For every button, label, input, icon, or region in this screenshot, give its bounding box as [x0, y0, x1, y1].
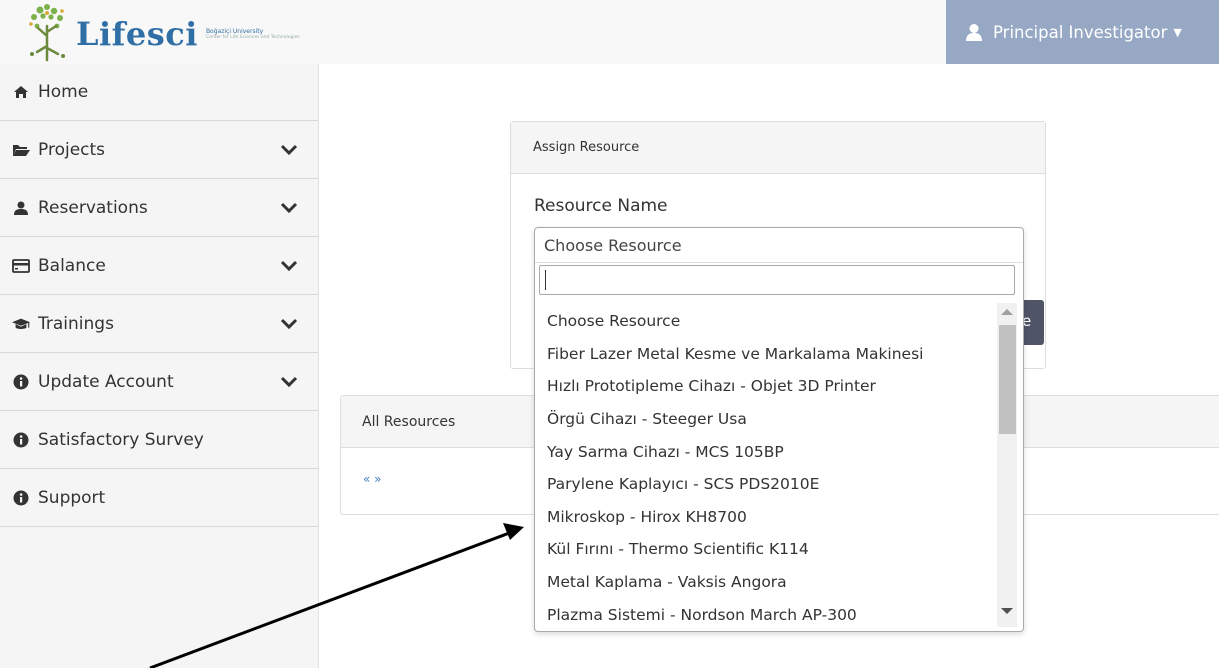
- graduation-cap-icon: [12, 316, 30, 332]
- user-icon: [966, 24, 982, 41]
- options-scrollbar[interactable]: [997, 303, 1017, 627]
- sidebar-item-label: Balance: [38, 256, 106, 276]
- sidebar-item-satisfactory-survey[interactable]: Satisfactory Survey: [0, 412, 318, 469]
- sidebar-item-label: Trainings: [38, 314, 114, 334]
- sidebar-item-label: Update Account: [38, 372, 174, 392]
- sidebar-item-reservations[interactable]: Reservations: [0, 180, 318, 237]
- chevron-down-icon: [280, 318, 298, 330]
- resource-option[interactable]: Plazma Sistemi - Nordson March AP-300: [535, 598, 997, 628]
- lifesci-logo[interactable]: Lifesci Boğaziçi University Center for L…: [22, 2, 300, 62]
- resource-options-list: Choose Resource Fiber Lazer Metal Kesme …: [535, 305, 997, 628]
- info-circle-icon: [12, 432, 30, 448]
- logo-text: Lifesci: [76, 15, 198, 53]
- resource-option[interactable]: Metal Kaplama - Vaksis Angora: [535, 566, 997, 599]
- text-cursor: [545, 270, 546, 290]
- panel-title: Assign Resource: [511, 122, 1045, 174]
- sidebar: Home Projects Reservations Balance Train…: [0, 64, 319, 668]
- sidebar-item-trainings[interactable]: Trainings: [0, 296, 318, 353]
- logo-tagline: Center for Life Sciences and Technologie…: [205, 34, 300, 40]
- resource-option[interactable]: Yay Sarma Cihazı - MCS 105BP: [535, 435, 997, 468]
- resource-option[interactable]: Fiber Lazer Metal Kesme ve Markalama Mak…: [535, 338, 997, 371]
- home-icon: [12, 84, 30, 100]
- resource-option[interactable]: Kül Fırını - Thermo Scientific K114: [535, 533, 997, 566]
- chevron-down-icon: [280, 376, 298, 388]
- sidebar-item-update-account[interactable]: Update Account: [0, 354, 318, 411]
- caret-down-icon: ▼: [1173, 25, 1182, 39]
- sidebar-item-home[interactable]: Home: [0, 64, 318, 121]
- sidebar-item-label: Home: [38, 82, 89, 102]
- resource-option[interactable]: Hızlı Prototipleme Cihazı - Objet 3D Pri…: [535, 370, 997, 403]
- chevron-down-icon: [280, 144, 298, 156]
- resource-select-current[interactable]: Choose Resource: [535, 228, 1023, 263]
- credit-card-icon: [12, 258, 30, 274]
- sidebar-item-projects[interactable]: Projects: [0, 122, 318, 179]
- tree-logo-icon: [29, 4, 65, 62]
- resource-option[interactable]: Parylene Kaplayıcı - SCS PDS2010E: [535, 468, 997, 501]
- resource-search-input[interactable]: [539, 265, 1015, 295]
- resource-select-dropdown[interactable]: Choose Resource Choose Resource Fiber La…: [534, 227, 1024, 632]
- sidebar-item-support[interactable]: Support: [0, 470, 318, 527]
- resource-option[interactable]: Mikroskop - Hirox KH8700: [535, 501, 997, 534]
- sidebar-item-label: Satisfactory Survey: [38, 430, 204, 450]
- user-role-label: Principal Investigator: [993, 22, 1168, 42]
- resource-option[interactable]: Choose Resource: [535, 305, 997, 338]
- sidebar-item-label: Projects: [38, 140, 106, 160]
- chevron-down-icon: [280, 202, 298, 214]
- folder-open-icon: [12, 142, 30, 158]
- pagination-links[interactable]: « »: [363, 472, 382, 486]
- info-circle-icon: [12, 490, 30, 506]
- scrollbar-thumb[interactable]: [999, 325, 1016, 434]
- chevron-down-icon: [280, 260, 298, 272]
- sidebar-item-label: Support: [38, 488, 106, 508]
- top-navbar: Lifesci Boğaziçi University Center for L…: [0, 0, 1219, 64]
- resource-name-label: Resource Name: [534, 196, 668, 216]
- resource-option[interactable]: Örgü Cihazı - Steeger Usa: [535, 403, 997, 436]
- user-menu-dropdown[interactable]: Principal Investigator ▼: [946, 0, 1219, 64]
- user-icon: [12, 200, 30, 216]
- scroll-down-arrow-icon[interactable]: [1001, 608, 1013, 614]
- sidebar-item-label: Reservations: [38, 198, 148, 218]
- sidebar-item-balance[interactable]: Balance: [0, 238, 318, 295]
- scroll-up-arrow-icon[interactable]: [1001, 309, 1013, 315]
- info-circle-icon: [12, 374, 30, 390]
